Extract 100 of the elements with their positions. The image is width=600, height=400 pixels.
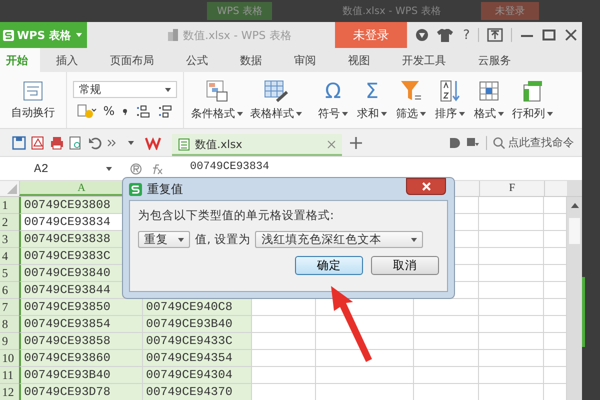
window-title: 数值.xlsx - WPS 表格 — [183, 28, 292, 42]
pdf-icon[interactable] — [31, 136, 45, 150]
vertical-scrollbar[interactable] — [567, 197, 582, 400]
table-cell — [479, 282, 544, 299]
table-cell: 00749CE94354 — [143, 350, 252, 367]
table-cell: 00749CE94304 — [143, 367, 252, 384]
currency-icon[interactable] — [77, 103, 98, 119]
dialog-title: 重复值 — [147, 180, 183, 198]
table-cell — [414, 333, 479, 350]
ribbon-command-button[interactable]: 格式 — [470, 77, 508, 123]
wrap-text-button[interactable]: 自动换行 — [8, 78, 58, 122]
ribbon-command-button[interactable]: 排序 — [431, 77, 469, 123]
row-header[interactable]: 6 — [0, 282, 19, 299]
ribbon-command-button[interactable]: Ω 符号 — [314, 77, 352, 123]
scroll-thumb[interactable] — [569, 218, 580, 244]
skin-icon[interactable] — [415, 28, 429, 42]
backdrop-window-title: 数值.xlsx - WPS 表格 — [342, 4, 441, 18]
row-header[interactable]: 3 — [0, 231, 19, 248]
filter-icon — [400, 79, 422, 103]
table-cell — [479, 214, 544, 231]
rule-select[interactable]: 重复 — [138, 231, 190, 248]
row-header[interactable]: 12 — [0, 384, 19, 400]
help-button[interactable]: ? — [463, 28, 470, 42]
undo-icon[interactable] — [88, 136, 102, 150]
logo-icon — [3, 30, 14, 40]
table-cell — [479, 367, 544, 384]
row-header[interactable]: 5 — [0, 265, 19, 282]
registered-icon[interactable] — [130, 162, 142, 174]
grid-icon — [205, 79, 229, 103]
row-header[interactable]: 9 — [0, 333, 19, 350]
name-box[interactable]: A2 — [0, 158, 124, 178]
decrease-decimal-icon[interactable] — [156, 103, 173, 119]
maximize-icon[interactable] — [542, 28, 556, 42]
row-header[interactable]: 4 — [0, 248, 19, 265]
symbol-icon: Ω — [324, 79, 342, 103]
flag-icon[interactable] — [466, 136, 480, 148]
table-cell — [252, 350, 316, 367]
column-header[interactable]: F — [479, 181, 544, 196]
print-icon[interactable] — [50, 136, 64, 150]
ribbon-tab[interactable]: 审阅 — [278, 48, 332, 72]
format-label: 值, 设置为 — [195, 232, 250, 247]
more-icon[interactable] — [107, 138, 117, 148]
ribbon-command-button[interactable]: Σ 求和 — [353, 77, 391, 123]
number-format-select[interactable]: 常规 — [73, 81, 177, 98]
spreadsheet-icon — [178, 138, 190, 150]
table-cell — [414, 367, 479, 384]
table-cell: 00749CE93860 — [19, 350, 143, 367]
close-tab-icon[interactable] — [327, 140, 336, 148]
new-tab-icon[interactable] — [350, 136, 362, 148]
document-tab[interactable]: 数值.xlsx — [172, 134, 342, 156]
table-cell — [479, 248, 544, 265]
close-icon[interactable] — [564, 28, 578, 42]
command-search-field[interactable]: 点此查找命令 — [493, 136, 578, 149]
ribbon-command-button[interactable]: 行和列 — [509, 77, 556, 123]
ribbon-tab[interactable]: 数据 — [224, 48, 278, 72]
table-cell: 00749CE9433C — [143, 333, 252, 350]
search-icon — [493, 136, 505, 148]
format-select[interactable]: 浅红填充色深红色文本 — [255, 231, 424, 248]
row-header[interactable]: 1 — [0, 197, 19, 214]
row-header[interactable]: 10 — [0, 350, 19, 367]
sort-icon — [439, 79, 461, 103]
app-logo-icon — [129, 182, 142, 196]
table-cell — [414, 316, 479, 333]
table-cell: 00749CE940C8 — [143, 299, 252, 316]
increase-decimal-icon[interactable] — [134, 103, 151, 119]
ribbon-tab[interactable]: 视图 — [332, 48, 386, 72]
ribbon-tab[interactable]: 页面布局 — [94, 48, 170, 72]
row-header[interactable]: 11 — [0, 367, 19, 384]
row-header[interactable]: 2 — [0, 214, 19, 231]
ribbon-tab[interactable]: 开发工具 — [386, 48, 462, 72]
row-header[interactable]: 8 — [0, 316, 19, 333]
percent-button[interactable]: % — [103, 104, 115, 118]
table-cell — [479, 231, 544, 248]
close-button[interactable] — [406, 178, 446, 195]
save-icon[interactable] — [12, 136, 26, 150]
formula-field[interactable]: 00749CE93834 — [190, 161, 270, 174]
dialog-button[interactable]: 确定 — [295, 256, 363, 275]
table-cell — [252, 333, 316, 350]
w-logo-icon[interactable] — [145, 136, 161, 150]
pin-icon[interactable] — [486, 28, 503, 42]
dropdown-icon[interactable] — [128, 140, 134, 144]
table-cell: 00749CE93854 — [19, 316, 143, 333]
doc-tool-icon[interactable] — [448, 136, 460, 148]
ribbon-command-button[interactable]: 条件格式 — [188, 77, 246, 123]
scroll-up-icon[interactable] — [570, 203, 578, 208]
table-cell: 00749CE93858 — [19, 333, 143, 350]
ribbon-tab[interactable]: 公式 — [170, 48, 224, 72]
dialog-button[interactable]: 取消 — [371, 256, 439, 275]
ribbon-command-button[interactable]: 筛选 — [392, 77, 430, 123]
table-cell: 00749CE93B40 — [143, 316, 252, 333]
ribbon-command-button[interactable]: 表格样式 — [247, 77, 305, 123]
shirt-icon[interactable] — [437, 28, 455, 42]
format-icon — [478, 79, 500, 103]
close-icon — [422, 182, 430, 191]
ribbon-tab[interactable]: 插入 — [40, 48, 94, 72]
table-cell — [252, 367, 316, 384]
table-brush-icon — [263, 79, 289, 103]
print-preview-icon[interactable] — [69, 136, 83, 150]
row-header[interactable]: 7 — [0, 299, 19, 316]
ribbon-tab[interactable]: 云服务 — [462, 48, 527, 72]
